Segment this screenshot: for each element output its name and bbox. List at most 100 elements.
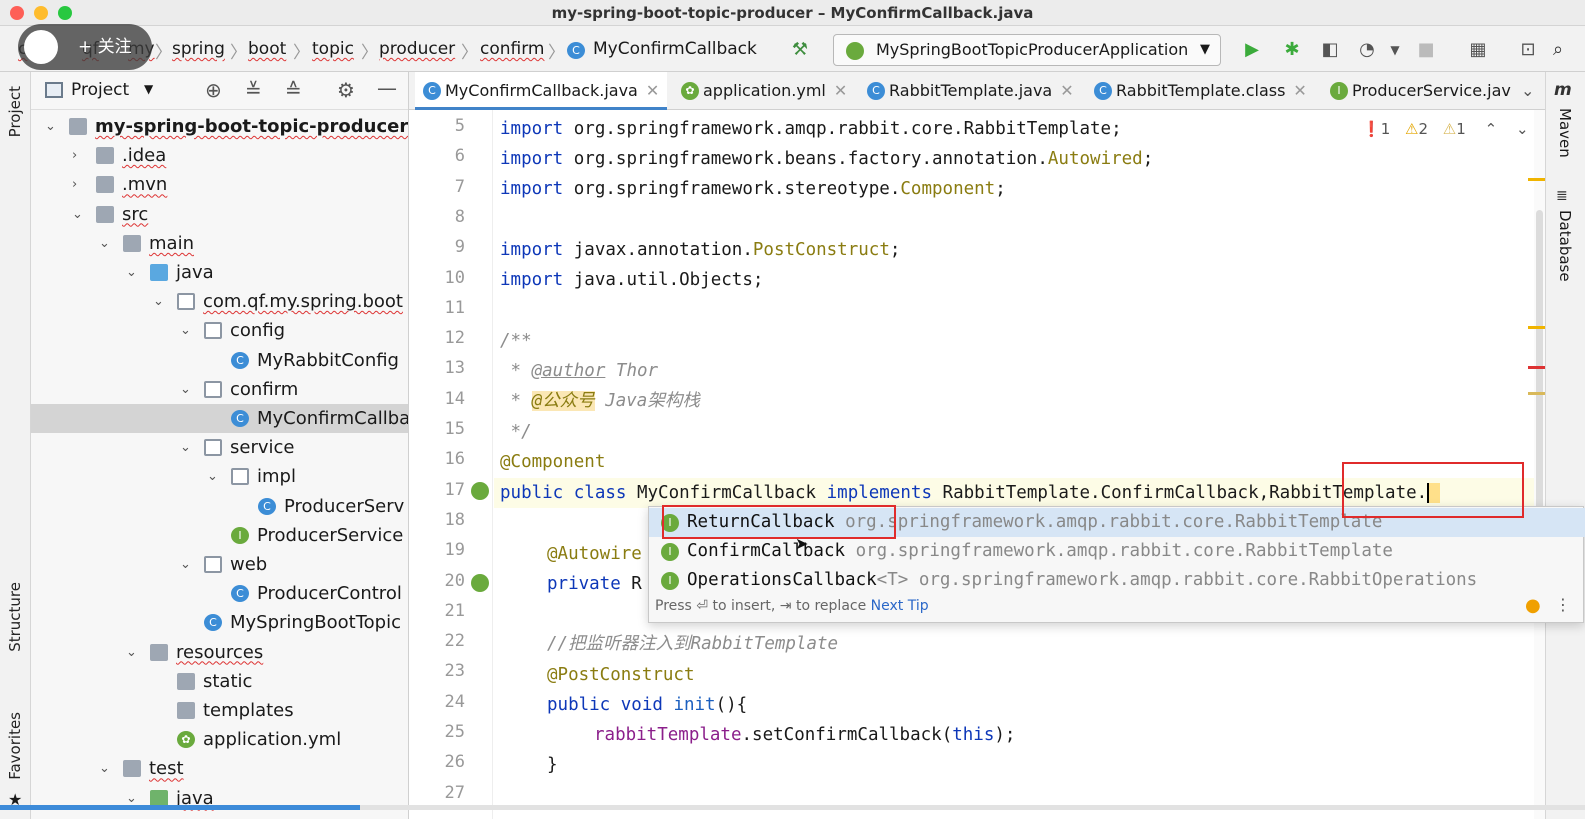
- tree-item[interactable]: ⌄ confirm: [31, 375, 408, 404]
- tree-item[interactable]: ⌄ java: [31, 258, 408, 287]
- tab-rabbittemplate-class[interactable]: C RabbitTemplate.class ✕: [1086, 72, 1322, 110]
- stop-icon[interactable]: ■: [1414, 38, 1438, 62]
- tree-item[interactable]: › .idea: [31, 141, 408, 170]
- maven-tool-tab[interactable]: Maven: [1556, 108, 1574, 158]
- warning-marker[interactable]: [1528, 326, 1546, 329]
- maximize-window-button[interactable]: [58, 6, 72, 20]
- more-options-icon[interactable]: ⋮: [1555, 595, 1571, 614]
- project-panel-title[interactable]: Project: [71, 80, 129, 100]
- tree-item[interactable]: C MySpringBootTopic: [31, 608, 408, 637]
- minimize-window-button[interactable]: [34, 6, 48, 20]
- line-number[interactable]: 9: [409, 237, 465, 257]
- expand-all-icon[interactable]: ≚: [245, 78, 262, 102]
- line-number[interactable]: 6: [409, 146, 465, 166]
- line-number[interactable]: 13: [409, 358, 465, 378]
- error-marker[interactable]: [1528, 366, 1546, 369]
- line-number[interactable]: 8: [409, 207, 465, 227]
- line-number[interactable]: 19: [409, 540, 465, 560]
- line-number[interactable]: 16: [409, 449, 465, 469]
- tab-application-yml[interactable]: ✿ application.yml ✕: [673, 72, 853, 110]
- tree-item[interactable]: ⌄ com.qf.my.spring.boot: [31, 287, 408, 316]
- locate-target-icon[interactable]: ⊕: [205, 78, 222, 102]
- chevron-down-icon[interactable]: ▼: [1383, 38, 1407, 62]
- hide-panel-icon[interactable]: —: [377, 76, 397, 100]
- line-number[interactable]: 24: [409, 692, 465, 712]
- close-icon[interactable]: ✕: [1060, 81, 1073, 100]
- tree-item[interactable]: C ProducerServ: [31, 492, 408, 521]
- tree-item[interactable]: templates: [31, 696, 408, 725]
- follow-overlay-button[interactable]: + 关注: [18, 24, 152, 70]
- chevron-down-icon[interactable]: ⌄: [180, 316, 191, 345]
- chevron-down-icon[interactable]: ⌄: [207, 462, 218, 491]
- line-number[interactable]: 15: [409, 419, 465, 439]
- line-number[interactable]: 17: [409, 480, 465, 500]
- breadcrumb-item[interactable]: boot: [248, 39, 286, 59]
- chevron-down-icon[interactable]: ⌄: [126, 258, 137, 287]
- chevron-down-icon[interactable]: ⌄: [153, 287, 164, 316]
- tree-item[interactable]: C ProducerControl: [31, 579, 408, 608]
- close-icon[interactable]: ✕: [646, 81, 659, 100]
- chevron-down-icon[interactable]: ⌄: [126, 638, 137, 667]
- favorites-tool-tab[interactable]: Favorites: [6, 712, 24, 780]
- tree-item[interactable]: ⌄ test: [31, 754, 408, 783]
- run-icon[interactable]: ▶: [1240, 38, 1264, 62]
- breadcrumb-item[interactable]: topic: [312, 39, 354, 59]
- spring-bean-gutter-icon[interactable]: [471, 482, 489, 500]
- debug-bug-icon[interactable]: ✱: [1280, 38, 1304, 62]
- line-number[interactable]: 21: [409, 601, 465, 621]
- line-number[interactable]: 25: [409, 722, 465, 742]
- tree-item[interactable]: C MyRabbitConfig: [31, 346, 408, 375]
- weak-warning-marker[interactable]: [1528, 392, 1546, 395]
- lightbulb-icon[interactable]: ●: [1525, 595, 1541, 616]
- tree-item[interactable]: ⌄ main: [31, 229, 408, 258]
- chevron-down-icon[interactable]: ⌄: [180, 375, 191, 404]
- tree-item[interactable]: ⌄ web: [31, 550, 408, 579]
- line-number[interactable]: 23: [409, 661, 465, 681]
- tree-item[interactable]: › .mvn: [31, 170, 408, 199]
- database-tool-tab[interactable]: Database: [1556, 210, 1574, 282]
- tab-myconfirmcallback[interactable]: C MyConfirmCallback.java ✕: [415, 72, 667, 110]
- chevron-down-icon[interactable]: ⌄: [180, 550, 191, 579]
- tree-item[interactable]: ⌄ service: [31, 433, 408, 462]
- tree-item[interactable]: static: [31, 667, 408, 696]
- tab-rabbittemplate-java[interactable]: C RabbitTemplate.java ✕: [859, 72, 1079, 110]
- project-structure-icon[interactable]: ▦: [1466, 38, 1490, 62]
- gear-icon[interactable]: ⚙: [337, 78, 355, 102]
- line-number[interactable]: 22: [409, 631, 465, 651]
- vcs-icon[interactable]: ⊡: [1516, 38, 1540, 62]
- chevron-down-icon[interactable]: ⌄: [180, 433, 191, 462]
- structure-tool-tab[interactable]: Structure: [6, 582, 24, 652]
- inspections-widget[interactable]: ❗1 ⚠2 ⚠1 ⌃ ⌄: [1362, 120, 1529, 142]
- editor-scrollbar[interactable]: [1528, 110, 1546, 819]
- tree-item[interactable]: ⌄ my-spring-boot-topic-producer: [31, 112, 408, 141]
- breadcrumb-item[interactable]: confirm: [480, 39, 544, 59]
- chevron-right-icon[interactable]: ›: [72, 141, 77, 170]
- line-number[interactable]: 14: [409, 389, 465, 409]
- breadcrumb-item[interactable]: spring: [172, 39, 225, 59]
- tree-item[interactable]: ⌄ src: [31, 200, 408, 229]
- collapse-all-icon[interactable]: ≙: [285, 78, 302, 102]
- chevron-down-icon[interactable]: ▼: [144, 82, 153, 96]
- close-window-button[interactable]: [10, 6, 24, 20]
- tree-item[interactable]: C MyConfirmCallba: [31, 404, 408, 433]
- tree-item[interactable]: ⌄ impl: [31, 462, 408, 491]
- project-tool-tab[interactable]: Project: [6, 86, 24, 137]
- coverage-icon[interactable]: ◧: [1318, 38, 1342, 62]
- line-number[interactable]: 10: [409, 268, 465, 288]
- tree-item[interactable]: I ProducerService: [31, 521, 408, 550]
- breadcrumb-item[interactable]: producer: [379, 39, 455, 59]
- chevron-down-icon[interactable]: ⌄: [1516, 120, 1529, 138]
- line-number[interactable]: 7: [409, 177, 465, 197]
- autowired-gutter-icon[interactable]: [471, 574, 489, 592]
- close-icon[interactable]: ✕: [834, 81, 847, 100]
- next-tip-link[interactable]: Next Tip: [871, 598, 929, 614]
- chevron-down-icon[interactable]: ⌄: [99, 229, 110, 258]
- chevron-down-icon[interactable]: ⌄: [99, 754, 110, 783]
- tree-item[interactable]: ⌄ resources: [31, 638, 408, 667]
- chevron-up-icon[interactable]: ⌃: [1485, 120, 1498, 138]
- chevron-down-icon[interactable]: ⌄: [1521, 81, 1534, 100]
- line-number[interactable]: 12: [409, 328, 465, 348]
- line-number[interactable]: 27: [409, 783, 465, 803]
- completion-item[interactable]: I ConfirmCallback org.springframework.am…: [649, 537, 1585, 566]
- line-number[interactable]: 26: [409, 752, 465, 772]
